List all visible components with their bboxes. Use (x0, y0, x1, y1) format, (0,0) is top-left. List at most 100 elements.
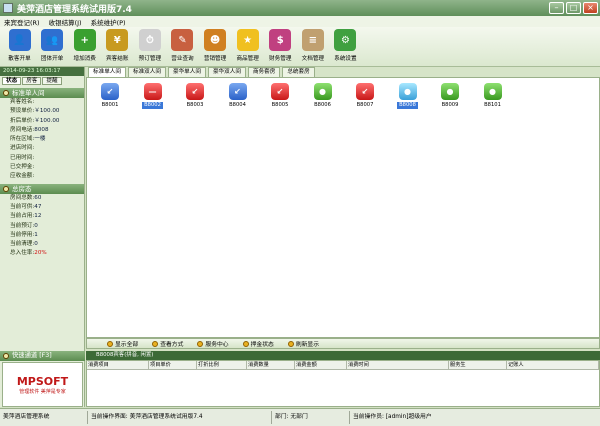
room-type-tab[interactable]: 豪华双人间 (207, 67, 246, 77)
toolbar-button-0[interactable]: 👤 散客开单 (4, 27, 35, 65)
maximize-button[interactable]: □ (566, 2, 581, 14)
room-tile[interactable]: — B8002 (136, 78, 170, 118)
toolbar-button-label: 团体开单 (40, 56, 64, 62)
room-number: B8003 (186, 102, 204, 108)
room-info-header: 标准单人间 (0, 88, 84, 98)
status-app-name: 美萍酒店管理系统 (0, 411, 88, 424)
title-bar: 美萍酒店管理系统试用版7.4 – □ × (0, 0, 600, 16)
room-tile[interactable]: ● B8008 (391, 78, 425, 118)
left-tab[interactable]: 状态 (2, 77, 22, 85)
action-icon (152, 340, 159, 347)
info-row: 总入住率:20% (0, 249, 84, 258)
room-tile[interactable]: ● B8009 (433, 78, 467, 118)
info-row: 当前停用:1 (0, 231, 84, 240)
table-column-header[interactable]: 消费金额 (295, 361, 347, 369)
info-row: 当前清理:0 (0, 240, 84, 249)
minimize-button[interactable]: – (549, 2, 564, 14)
room-number: B8004 (229, 102, 246, 108)
table-column-header[interactable]: 消费时间 (347, 361, 449, 369)
consumption-header: B8008宾客(拼音, 闲置) (86, 351, 600, 360)
room-info-fields: 宾客姓名: 预设单价:￥100.00 折后单价:￥100.00 房间电话:8008 所在… (0, 98, 84, 182)
info-value: 20% (34, 250, 47, 257)
info-label: 当前预订: (10, 222, 35, 229)
info-value: ￥100.00 (34, 117, 60, 124)
table-column-header[interactable]: 消费项目 (87, 361, 149, 369)
room-tile[interactable]: ↙ B8001 (93, 78, 127, 118)
info-label: 所在区域: (10, 136, 35, 143)
info-value: 8008 (34, 126, 49, 133)
action-button[interactable]: 查看方式 (152, 339, 183, 348)
room-number: B8008 (397, 102, 418, 109)
quick-channel-title: 快速通道 [F3] (12, 352, 52, 359)
table-column-header[interactable]: 项目单价 (149, 361, 197, 369)
consumption-table-header: 消费项目 项目单价 打折比例 消费数量 消费金额 消费时间 服务生 记账人 (87, 361, 599, 370)
info-label: 应收金额: (10, 173, 35, 180)
room-type-tab[interactable]: 豪华单人间 (167, 67, 206, 77)
table-column-header[interactable]: 服务生 (449, 361, 507, 369)
table-column-header[interactable]: 打折比例 (197, 361, 247, 369)
info-row: 房间电话:8008 (0, 126, 84, 135)
info-value: 47 (34, 203, 42, 210)
info-row: 当前可供:47 (0, 203, 84, 212)
room-number: B8001 (101, 102, 119, 108)
room-type-tabs: 标准单人间 标准双人间 豪华单人间 豪华双人间 商务套房 总统套房 (86, 67, 600, 77)
toolbar-button-9[interactable]: ≡ 文档管理 (297, 27, 328, 65)
menu-item[interactable]: 收银结算(J) (49, 17, 82, 27)
table-column-header[interactable]: 消费数量 (247, 361, 295, 369)
toolbar-button-5[interactable]: ✎ 营业查询 (167, 27, 198, 65)
section-dot-icon (3, 185, 9, 192)
action-button[interactable]: 刷新显示 (287, 339, 319, 348)
toolbar-button-6[interactable]: ☻ 营销管理 (200, 27, 231, 65)
action-button[interactable]: 服务中心 (197, 339, 229, 348)
info-row: 已交押金: (0, 163, 84, 172)
room-tile[interactable]: ↙ B8003 (178, 78, 212, 118)
room-number: B8009 (441, 102, 459, 108)
toolbar-button-8[interactable]: $ 财务管理 (265, 27, 296, 65)
room-grid: ↙ B8001 — B8002 ↙ B8003 ↙ B8004 ↙ B8005 ● B8006 ↙ B80… (86, 77, 600, 338)
status-department: 部门: 无部门 (272, 411, 350, 424)
toolbar-button-2[interactable]: + 增加消费 (69, 27, 100, 65)
info-row: 当前预订:0 (0, 222, 84, 231)
room-type-tab[interactable]: 总统套房 (282, 67, 315, 77)
info-value: 1 (34, 231, 38, 238)
left-tab[interactable]: 房客 (22, 77, 42, 85)
room-tile[interactable]: ↙ B8007 (348, 78, 382, 118)
action-icon (287, 340, 294, 347)
info-label: 房间总数: (10, 194, 35, 201)
quick-channel-header[interactable]: 快速通道 [F3] (0, 351, 85, 361)
toolbar-button-1[interactable]: 👥 团体开单 (37, 27, 68, 65)
action-button[interactable]: 押金状态 (242, 339, 274, 348)
logo-subtitle-1: 管理软件 (19, 388, 40, 395)
menu-item[interactable]: 系统维护(P) (91, 17, 126, 27)
toolbar-button-label: 财务管理 (269, 56, 292, 62)
toolbar-button-7[interactable]: ★ 商品管理 (232, 27, 263, 65)
add-consumption-icon: + (73, 29, 96, 51)
table-column-header[interactable]: 记账人 (507, 361, 599, 369)
left-tab[interactable]: 提醒 (42, 77, 62, 85)
room-green-icon: ● (483, 83, 502, 100)
menu-item[interactable]: 来宾登记(R) (4, 17, 40, 27)
info-label: 折后单价: (10, 117, 35, 124)
room-type-tab[interactable]: 标准双人间 (127, 67, 166, 77)
room-green-icon: ● (313, 83, 332, 100)
room-tile[interactable]: ● B8006 (306, 78, 340, 118)
reservation-clock-icon: ⏱ (138, 29, 161, 51)
toolbar-button-label: 增加消费 (73, 56, 96, 62)
toolbar-button-3[interactable]: ¥ 宾客结账 (102, 27, 133, 65)
info-label: 总入住率: (10, 250, 35, 257)
room-tile[interactable]: ↙ B8004 (221, 78, 255, 118)
toolbar-button-label: 预订管理 (138, 56, 162, 62)
toolbar-button-4[interactable]: ⏱ 预订管理 (134, 27, 165, 65)
room-tile[interactable]: ● B8101 (476, 78, 510, 118)
action-label: 显示全部 (115, 342, 139, 348)
room-type-tab[interactable]: 商务套房 (247, 67, 281, 77)
toolbar-button-10[interactable]: ⚙ 系统设置 (330, 27, 361, 65)
info-row: 已用时间: (0, 154, 84, 163)
action-button[interactable]: 显示全部 (107, 339, 138, 348)
business-query-icon: ✎ (171, 29, 194, 51)
room-tile[interactable]: ↙ B8005 (263, 78, 297, 118)
close-button[interactable]: × (583, 2, 598, 14)
info-label: 已交押金: (10, 164, 35, 171)
info-value: ￥100.00 (34, 108, 60, 115)
room-type-tab[interactable]: 标准单人间 (88, 67, 126, 77)
